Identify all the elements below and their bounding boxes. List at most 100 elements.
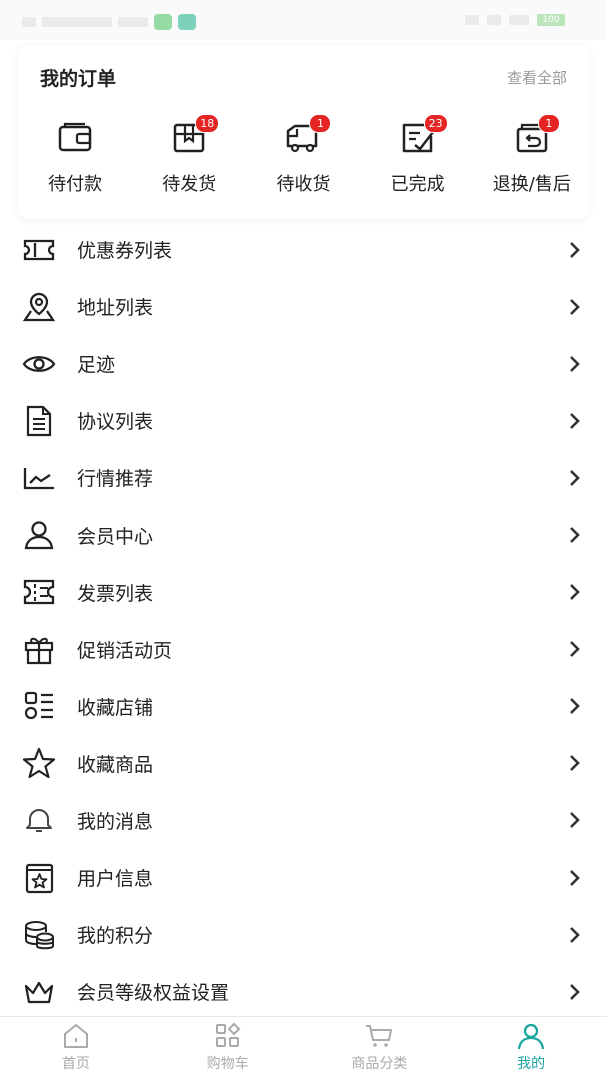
menu-item-label: 促销活动页 [77, 639, 173, 662]
tab-categories[interactable]: 商品分类 [304, 1017, 456, 1081]
signal-icon [22, 17, 36, 27]
order-status-label: 待付款 [48, 174, 103, 195]
eye-icon [20, 345, 58, 383]
app-notification-icon [154, 14, 172, 30]
menu-item-label: 我的积分 [77, 925, 154, 948]
menu-item-footprints[interactable]: 足迹 [0, 335, 607, 392]
menu-item-label: 优惠券列表 [77, 240, 173, 263]
menu-item-agreements[interactable]: 协议列表 [0, 392, 607, 449]
order-status-label: 退换/售后 [492, 174, 571, 195]
menu-item-messages[interactable]: 我的消息 [0, 792, 607, 849]
checklist-icon: 23 [398, 114, 448, 158]
chevron-right-icon [567, 868, 583, 888]
menu-item-addresses[interactable]: 地址列表 [0, 278, 607, 335]
user-icon [516, 1021, 546, 1051]
menu-item-coupons[interactable]: 优惠券列表 [0, 221, 607, 278]
bottom-tab-bar: 首页 购物车 商品分类 我的 [0, 1016, 607, 1081]
tab-home[interactable]: 首页 [0, 1017, 152, 1081]
star-icon [20, 744, 58, 782]
coupon-icon [20, 231, 58, 269]
menu-item-points[interactable]: 我的积分 [0, 906, 607, 963]
menu-item-label: 会员等级权益设置 [77, 982, 230, 1005]
chevron-right-icon [567, 639, 583, 659]
chevron-right-icon [567, 297, 583, 317]
home-icon [61, 1021, 91, 1051]
wifi-icon [509, 15, 529, 25]
chevron-right-icon [567, 411, 583, 431]
menu-item-label: 协议列表 [77, 411, 154, 434]
tab-label: 我的 [517, 1056, 546, 1072]
chevron-right-icon [567, 582, 583, 602]
menu-list: 优惠券列表 地址列表 足迹 协议列表 行情推荐 会员中心 发票列表 促销活动页 … [0, 221, 607, 1020]
status-right-icons: 100 [465, 14, 565, 26]
invoice-icon [20, 573, 58, 611]
gift-icon [20, 630, 58, 668]
menu-item-label: 我的消息 [77, 810, 154, 833]
order-status-pending-shipment[interactable]: 18 待发货 [132, 114, 246, 196]
order-status-label: 已完成 [390, 174, 445, 195]
vibrate-icon [487, 15, 501, 25]
order-status-list: 待付款 18 待发货 1 待收货 23 已完成 1 退换/售后 [18, 114, 589, 196]
chevron-right-icon [567, 525, 583, 545]
coins-icon [20, 916, 58, 954]
order-badge: 23 [423, 114, 448, 133]
menu-item-label: 地址列表 [77, 297, 154, 320]
order-status-pending-receipt[interactable]: 1 待收货 [246, 114, 360, 196]
tab-label: 购物车 [206, 1056, 249, 1072]
order-status-completed[interactable]: 23 已完成 [361, 114, 475, 196]
battery-icon: 100 [537, 14, 565, 26]
tab-label: 商品分类 [351, 1056, 408, 1072]
tab-cart[interactable]: 购物车 [152, 1017, 304, 1081]
return-icon: 1 [512, 114, 560, 158]
menu-item-label: 行情推荐 [77, 468, 154, 491]
menu-item-market-trends[interactable]: 行情推荐 [0, 449, 607, 506]
status-text-icon [42, 17, 112, 27]
wallet-icon [55, 118, 95, 158]
status-left-icons [22, 14, 196, 30]
grid-icon [213, 1021, 243, 1051]
order-status-label: 待收货 [276, 174, 331, 195]
bell-icon [20, 801, 58, 839]
menu-item-label: 发票列表 [77, 582, 154, 605]
profile-card-icon [20, 859, 58, 897]
crown-icon [20, 973, 58, 1011]
menu-item-membership-center[interactable]: 会员中心 [0, 506, 607, 563]
chevron-right-icon [567, 240, 583, 260]
menu-item-membership-levels[interactable]: 会员等级权益设置 [0, 963, 607, 1020]
order-badge: 1 [309, 114, 332, 133]
menu-item-user-info[interactable]: 用户信息 [0, 849, 607, 906]
menu-item-favorite-products[interactable]: 收藏商品 [0, 735, 607, 792]
tab-mine[interactable]: 我的 [455, 1017, 607, 1081]
store-list-icon [20, 687, 58, 725]
tab-label: 首页 [61, 1056, 90, 1072]
chevron-right-icon [567, 354, 583, 374]
status-bar: 100 [0, 0, 607, 40]
user-icon [20, 516, 58, 554]
alarm-icon [465, 15, 479, 25]
order-badge: 1 [537, 114, 560, 133]
view-all-orders-link[interactable]: 查看全部 [507, 67, 567, 88]
menu-item-favorite-stores[interactable]: 收藏店铺 [0, 678, 607, 735]
chevron-right-icon [567, 753, 583, 773]
chevron-right-icon [567, 696, 583, 716]
box-icon: 18 [169, 114, 220, 158]
order-badge: 18 [195, 114, 220, 133]
orders-card: 我的订单 查看全部 待付款 18 待发货 1 待收货 23 已完成 1 退换/售… [18, 46, 589, 219]
document-icon [20, 402, 58, 440]
network-icon [118, 17, 148, 27]
orders-title: 我的订单 [40, 68, 117, 90]
menu-item-label: 收藏店铺 [77, 696, 154, 719]
cart-icon [364, 1021, 394, 1051]
order-status-after-sales[interactable]: 1 退换/售后 [475, 114, 589, 196]
menu-item-invoices[interactable]: 发票列表 [0, 564, 607, 621]
trend-chart-icon [20, 459, 58, 497]
menu-item-label: 收藏商品 [77, 753, 154, 776]
menu-item-promotions[interactable]: 促销活动页 [0, 621, 607, 678]
chevron-right-icon [567, 810, 583, 830]
order-status-pending-payment[interactable]: 待付款 [18, 118, 132, 196]
menu-item-label: 足迹 [77, 354, 116, 377]
location-icon [20, 288, 58, 326]
truck-icon: 1 [283, 114, 332, 158]
chevron-right-icon [567, 982, 583, 1002]
chevron-right-icon [567, 925, 583, 945]
